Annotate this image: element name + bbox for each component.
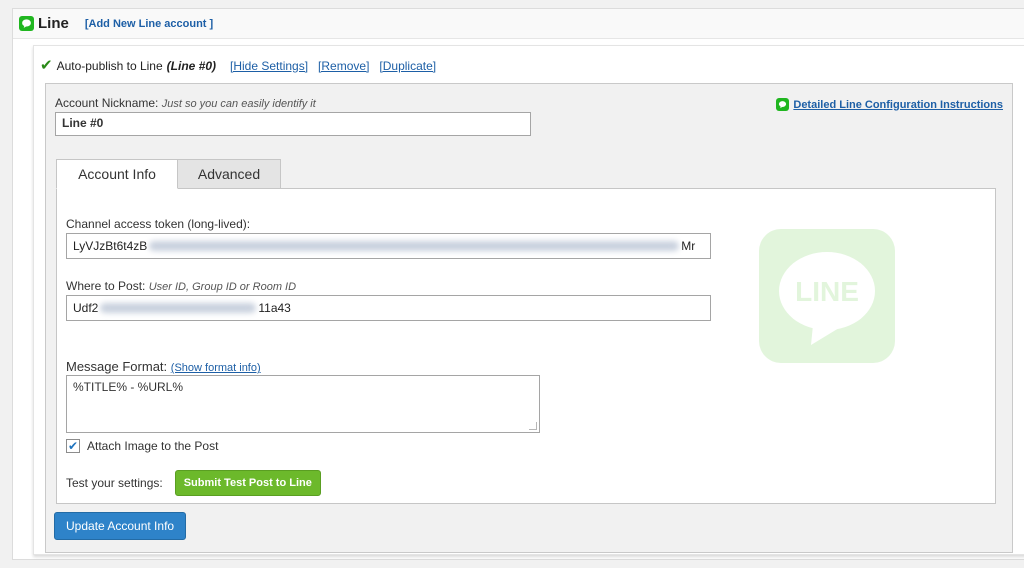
test-settings-label: Test your settings: xyxy=(66,476,163,490)
submit-test-post-button[interactable]: Submit Test Post to Line xyxy=(174,470,321,496)
message-format-textarea[interactable]: %TITLE% - %URL% xyxy=(66,375,540,433)
tab-account-info[interactable]: Account Info xyxy=(56,159,178,189)
message-label-text: Message Format: xyxy=(66,359,168,374)
test-settings-row: Test your settings: Submit Test Post to … xyxy=(66,470,321,496)
account-settings-box: Account Nickname: Just so you can easily… xyxy=(45,83,1013,553)
nickname-input[interactable]: Line #0 xyxy=(55,112,531,136)
attach-image-row: ✔ Attach Image to the Post xyxy=(66,439,218,453)
line-icon xyxy=(776,98,790,111)
tab-advanced[interactable]: Advanced xyxy=(177,159,281,189)
attach-image-checkbox[interactable]: ✔ xyxy=(66,439,80,453)
hide-settings-link[interactable]: [Hide Settings] xyxy=(230,59,308,73)
section-title: Line xyxy=(38,15,69,32)
where-label: Where to Post: User ID, Group ID or Room… xyxy=(66,279,296,293)
where-input[interactable]: Udf2 11a43 xyxy=(66,295,711,321)
nickname-label: Account Nickname: Just so you can easily… xyxy=(55,96,316,110)
account-ref: (Line #0) xyxy=(166,58,216,73)
show-format-info-link[interactable]: (Show format info) xyxy=(171,362,261,374)
where-label-text: Where to Post: xyxy=(66,279,146,293)
remove-link[interactable]: [Remove] xyxy=(318,59,369,73)
instructions: Detailed Line Configuration Instructions xyxy=(776,98,1003,111)
auto-publish-label: Auto-publish to Line xyxy=(56,58,163,73)
token-value-start: LyVJzBt6t4zB xyxy=(73,239,148,253)
duplicate-link[interactable]: [Duplicate] xyxy=(379,59,436,73)
where-value-start: Udf2 xyxy=(73,301,99,315)
token-label: Channel access token (long-lived): xyxy=(66,217,251,231)
line-icon xyxy=(19,16,34,31)
attach-image-label: Attach Image to the Post xyxy=(87,439,219,453)
update-account-info-button[interactable]: Update Account Info xyxy=(54,512,187,540)
line-logo-icon: LINE xyxy=(759,229,895,363)
nickname-hint: Just so you can easily identify it xyxy=(161,98,316,110)
section-header: Line [Add New Line account ] xyxy=(13,9,1024,39)
message-format-label: Message Format: (Show format info) xyxy=(66,359,261,374)
nickname-label-text: Account Nickname: xyxy=(55,96,159,110)
line-network-section: Line [Add New Line account ] ✔ Auto-publ… xyxy=(12,8,1024,560)
auto-publish-checkbox[interactable]: ✔ xyxy=(40,58,53,73)
account-info-panel: Channel access token (long-lived): LyVJz… xyxy=(56,188,996,504)
token-redacted xyxy=(149,241,680,251)
auto-publish-row: ✔ Auto-publish to Line (Line #0) [Hide S… xyxy=(40,58,436,73)
token-input[interactable]: LyVJzBt6t4zB Mr xyxy=(66,233,711,259)
configuration-instructions-link[interactable]: Detailed Line Configuration Instructions xyxy=(793,99,1003,111)
tab-bar: Account Info Advanced xyxy=(56,159,281,189)
where-value-end: 11a43 xyxy=(258,301,291,315)
where-hint: User ID, Group ID or Room ID xyxy=(148,281,297,293)
line-logo-text: LINE xyxy=(795,276,859,307)
message-format-value: %TITLE% - %URL% xyxy=(73,380,184,394)
resize-handle-icon[interactable] xyxy=(529,422,537,430)
token-value-end: Mr xyxy=(681,239,696,253)
add-new-account-link[interactable]: [Add New Line account ] xyxy=(85,18,213,30)
where-redacted xyxy=(100,303,257,313)
